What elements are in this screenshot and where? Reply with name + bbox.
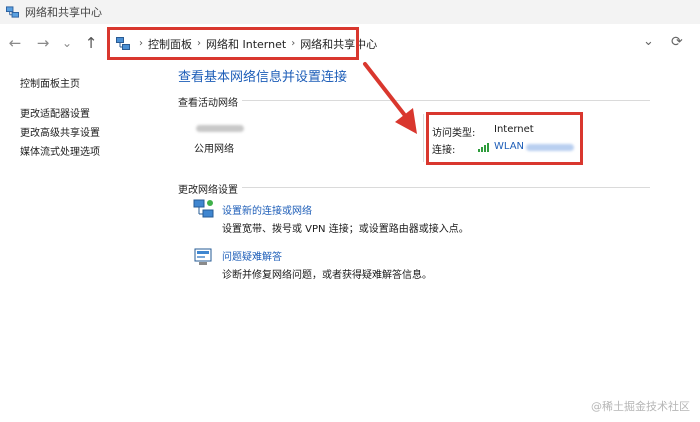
forward-button[interactable]: →	[34, 34, 52, 52]
network-center-icon	[6, 6, 19, 18]
troubleshoot-link[interactable]: 问题疑难解答	[222, 248, 282, 263]
up-button[interactable]: ↑	[82, 34, 100, 52]
troubleshoot-description: 诊断并修复网络问题，或者获得疑难解答信息。	[222, 270, 432, 281]
network-type-label: 公用网络	[194, 144, 234, 155]
change-network-settings-heading: 更改网络设置	[178, 185, 238, 196]
back-button[interactable]: ←	[6, 34, 24, 52]
network-setup-icon	[193, 199, 214, 218]
sidebar-item-control-panel-home[interactable]: 控制面板主页	[20, 75, 80, 90]
active-networks-heading: 查看活动网络	[178, 98, 238, 109]
address-highlight-box	[107, 27, 359, 60]
setup-new-connection-description: 设置宽带、拨号或 VPN 连接；或设置路由器或接入点。	[222, 224, 469, 235]
annotation-arrow-icon	[363, 62, 417, 134]
refresh-icon[interactable]: ⟳	[671, 34, 683, 50]
window-title: 网络和共享中心	[25, 6, 102, 19]
watermark: @稀土掘金技术社区	[591, 400, 690, 413]
sidebar-item-media-streaming[interactable]: 媒体流式处理选项	[20, 143, 100, 158]
divider	[242, 187, 650, 188]
troubleshoot-icon	[194, 248, 212, 265]
connection-highlight-box	[426, 112, 583, 165]
navigation-bar: ← → ⌄ ↑ › 控制面板 › 网络和 Internet › 网络和共享中心 …	[0, 24, 700, 62]
recent-locations-dropdown-icon[interactable]: ⌄	[58, 34, 76, 52]
sidebar-item-change-advanced-sharing[interactable]: 更改高级共享设置	[20, 124, 100, 139]
page-title: 查看基本网络信息并设置连接	[178, 70, 348, 85]
sidebar-item-change-adapter-settings[interactable]: 更改适配器设置	[20, 105, 90, 120]
network-name-redacted	[196, 125, 244, 132]
address-dropdown-icon[interactable]: ⌄	[643, 34, 654, 49]
divider	[242, 100, 650, 101]
setup-new-connection-link[interactable]: 设置新的连接或网络	[222, 202, 312, 217]
title-bar: 网络和共享中心	[0, 0, 700, 24]
